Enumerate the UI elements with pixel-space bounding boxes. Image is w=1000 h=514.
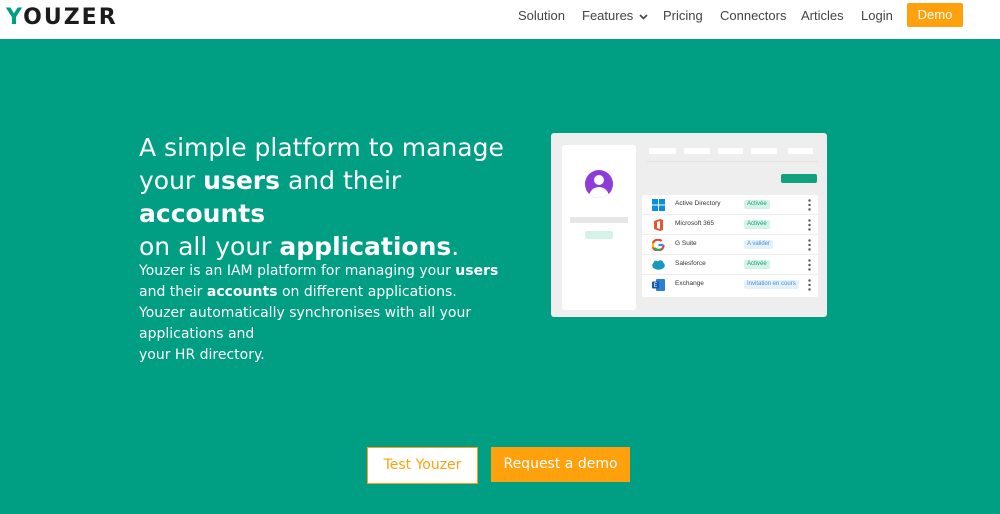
google-icon [652, 239, 665, 251]
svg-text:E: E [654, 282, 658, 289]
app-name: G Suite [675, 240, 697, 247]
more-options-icon [808, 199, 811, 211]
exchange-icon: E [652, 279, 665, 291]
request-demo-button[interactable]: Request a demo [491, 447, 630, 482]
application-list: Active Directory Activée Microsoft 365 A… [642, 195, 818, 297]
status-badge: Activée [744, 220, 770, 229]
status-badge: Activée [744, 260, 770, 269]
more-options-icon [808, 219, 811, 231]
app-name: Exchange [675, 280, 704, 287]
more-options-icon [808, 259, 811, 271]
chevron-down-icon [639, 13, 648, 20]
app-name: Salesforce [675, 260, 706, 267]
list-item: Microsoft 365 Activée [642, 215, 818, 235]
app-mockup-illustration: Active Directory Activée Microsoft 365 A… [551, 133, 827, 317]
youzer-logo[interactable]: YOUZER [6, 2, 118, 32]
logo-text: YOUZER [6, 4, 118, 30]
nav-features[interactable]: Features [582, 8, 648, 23]
list-item: Active Directory Activée [642, 195, 818, 215]
nav-solution[interactable]: Solution [518, 8, 565, 23]
nav-articles[interactable]: Articles [801, 8, 844, 23]
nav-connectors[interactable]: Connectors [720, 8, 786, 23]
more-options-icon [808, 279, 811, 291]
user-avatar-icon [585, 170, 613, 198]
app-name: Active Directory [675, 200, 721, 207]
list-item: G Suite A valider [642, 235, 818, 255]
placeholder-bar [570, 217, 628, 223]
status-badge: A valider [744, 240, 774, 249]
salesforce-icon [652, 260, 665, 270]
hero-description: Youzer is an IAM platform for managing y… [139, 263, 499, 363]
hero-title: A simple platform to manage your users a… [139, 133, 504, 261]
mock-action-button [781, 174, 817, 183]
list-item: Salesforce Activée [642, 255, 818, 275]
test-youzer-button[interactable]: Test Youzer [367, 447, 478, 484]
list-item: E Exchange Invitation en cours [642, 275, 818, 295]
status-badge: Invitation en cours [744, 280, 799, 289]
divider [647, 161, 818, 162]
nav-pricing[interactable]: Pricing [663, 8, 703, 23]
header: YOUZER Solution Features Pricing Connect… [0, 0, 1000, 39]
windows-icon [652, 199, 665, 211]
nav-features-label: Features [582, 8, 634, 23]
nav-login[interactable]: Login [861, 8, 893, 23]
office-icon [654, 219, 663, 231]
user-profile-card [562, 145, 636, 310]
app-name: Microsoft 365 [675, 220, 715, 227]
demo-button[interactable]: Demo [907, 3, 963, 27]
status-badge: Activée [744, 200, 770, 209]
more-options-icon [808, 239, 811, 251]
placeholder-chip [585, 231, 613, 239]
